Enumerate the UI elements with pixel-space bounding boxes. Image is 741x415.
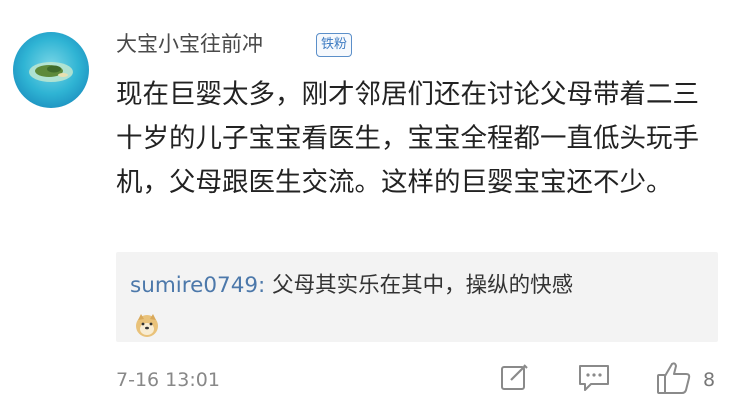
island-avatar-icon [13,32,89,108]
fan-badge[interactable]: 铁粉 [316,33,353,57]
comment-text: 现在巨婴太多，刚才邻居们还在讨论父母带着二三十岁的儿子宝宝看医生，宝宝全程都一直… [116,79,699,198]
edit-icon[interactable] [499,362,529,392]
doge-emoji-icon [136,314,158,337]
reply-box[interactable]: sumire0749: 父母其实乐在其中，操纵的快感 [116,252,718,342]
reply-username[interactable]: sumire0749: [130,273,265,298]
avatar[interactable] [13,32,89,108]
like-count: 8 [703,369,716,391]
reply-text: 父母其实乐在其中，操纵的快感 [265,273,574,298]
thumbs-up-icon[interactable] [655,360,693,396]
timestamp: 7-16 13:01 [116,369,220,391]
username[interactable]: 大宝小宝往前冲 [116,31,263,57]
comment-icon[interactable] [577,362,611,394]
reply-line: sumire0749: 父母其实乐在其中，操纵的快感 [130,272,573,300]
